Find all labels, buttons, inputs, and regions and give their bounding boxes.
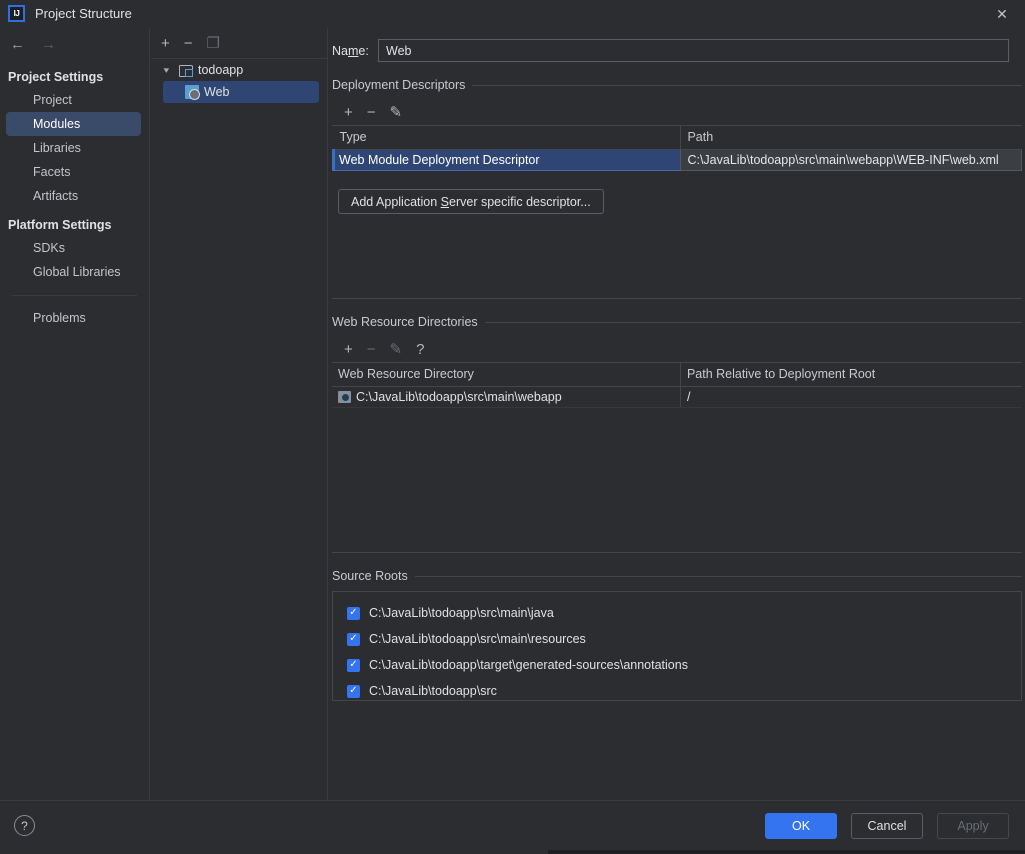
module-name-label: Name: — [332, 43, 369, 58]
list-item[interactable]: ✓ C:\JavaLib\todoapp\src\main\resources — [347, 626, 1021, 652]
sidebar-divider — [12, 295, 137, 296]
directory-icon — [338, 390, 351, 403]
sidebar-item-global-libraries[interactable]: Global Libraries — [0, 260, 149, 284]
sidebar-item-libraries[interactable]: Libraries — [0, 136, 149, 160]
window-title: Project Structure — [35, 6, 132, 21]
web-resource-directory-value: C:\JavaLib\todoapp\src\main\webapp — [356, 389, 562, 404]
add-module-button[interactable]: + — [161, 36, 170, 51]
table-row[interactable]: C:\JavaLib\todoapp\src\main\webapp / — [332, 386, 1022, 408]
table-header-row: Type Path — [333, 126, 1022, 150]
help-web-resource-button[interactable]: ? — [416, 342, 424, 357]
module-folder-icon — [179, 64, 193, 77]
list-item[interactable]: ✓ C:\JavaLib\todoapp\src — [347, 678, 1021, 700]
sidebar-item-artifacts[interactable]: Artifacts — [0, 184, 149, 208]
web-resource-directory-cell[interactable]: C:\JavaLib\todoapp\src\main\webapp — [332, 386, 681, 408]
dialog-footer: ? OK Cancel Apply — [0, 800, 1025, 850]
table-row[interactable]: Web Module Deployment Descriptor C:\Java… — [331, 149, 1022, 171]
web-resource-directories-table: Web Resource Directory Path Relative to … — [332, 363, 1022, 408]
source-root-checkbox[interactable]: ✓ — [347, 632, 360, 646]
add-web-resource-button[interactable]: + — [344, 342, 353, 357]
module-tree-panel: + − ❐ ▾ todoapp Web — [151, 28, 328, 800]
column-header-path[interactable]: Path — [680, 126, 1022, 150]
source-root-label: C:\JavaLib\todoapp\src — [369, 684, 497, 698]
close-icon[interactable]: ✕ — [979, 0, 1025, 28]
column-header-web-resource-directory[interactable]: Web Resource Directory — [332, 363, 681, 387]
list-item[interactable]: ✓ C:\JavaLib\todoapp\src\main\java — [347, 600, 1021, 626]
help-icon[interactable]: ? — [14, 815, 35, 836]
copy-module-button[interactable]: ❐ — [207, 36, 220, 51]
web-facet-icon — [185, 85, 200, 100]
cancel-button[interactable]: Cancel — [851, 813, 923, 839]
add-descriptor-button[interactable]: + — [344, 105, 353, 120]
intellij-idea-logo: IJ — [8, 5, 25, 22]
web-resource-directories-header: Web Resource Directories — [332, 315, 1022, 329]
sidebar-item-modules[interactable]: Modules — [6, 112, 141, 136]
module-tree-toolbar: + − ❐ — [151, 28, 327, 59]
title-bar: IJ Project Structure ✕ — [0, 0, 1025, 28]
module-settings-content: Name: Deployment Descriptors + − ✎ Type … — [329, 28, 1025, 800]
source-root-checkbox[interactable]: ✓ — [347, 606, 360, 620]
sidebar-item-facets[interactable]: Facets — [0, 160, 149, 184]
apply-button[interactable]: Apply — [937, 813, 1009, 839]
sidebar-item-project[interactable]: Project — [0, 88, 149, 112]
module-name-input[interactable] — [378, 39, 1009, 62]
desktop-strip — [0, 850, 1025, 854]
module-name-row: Name: — [329, 28, 1025, 62]
nav-group-platform-settings: Platform Settings — [8, 218, 112, 232]
descriptor-type-cell[interactable]: Web Module Deployment Descriptor — [331, 149, 681, 171]
section-rule — [472, 84, 1022, 86]
sidebar-item-problems[interactable]: Problems — [0, 306, 149, 330]
deployment-descriptors-table: Type Path Web Module Deployment Descript… — [331, 126, 1022, 171]
arrow-left-icon[interactable]: ← — [10, 37, 25, 52]
source-root-checkbox[interactable]: ✓ — [347, 684, 360, 698]
remove-web-resource-button[interactable]: − — [367, 342, 376, 357]
source-root-label: C:\JavaLib\todoapp\target\generated-sour… — [369, 658, 688, 672]
remove-module-button[interactable]: − — [184, 36, 193, 51]
section-title: Web Resource Directories — [332, 315, 478, 329]
source-roots-header: Source Roots — [332, 569, 1022, 583]
edit-descriptor-button[interactable]: ✎ — [390, 105, 403, 120]
tree-node-web[interactable]: Web — [163, 81, 319, 103]
deployment-descriptors-empty-area: Add Application Server specific descript… — [332, 171, 1022, 299]
sidebar-item-sdks[interactable]: SDKs — [0, 236, 149, 260]
arrow-right-icon[interactable]: → — [41, 37, 56, 52]
dialog-body: ← → Project Settings Project Modules Lib… — [0, 28, 1025, 800]
column-header-path-relative[interactable]: Path Relative to Deployment Root — [679, 363, 1022, 387]
tree-node-label: Web — [204, 85, 230, 99]
section-title: Source Roots — [332, 569, 408, 583]
web-resource-directories-empty-area — [332, 408, 1022, 553]
remove-descriptor-button[interactable]: − — [367, 105, 376, 120]
list-item[interactable]: ✓ C:\JavaLib\todoapp\target\generated-so… — [347, 652, 1021, 678]
source-root-label: C:\JavaLib\todoapp\src\main\java — [369, 606, 554, 620]
section-title: Deployment Descriptors — [332, 78, 466, 92]
ok-button[interactable]: OK — [765, 813, 837, 839]
source-root-checkbox[interactable]: ✓ — [347, 658, 360, 672]
relative-path-cell[interactable]: / — [679, 386, 1022, 408]
edit-web-resource-button[interactable]: ✎ — [390, 342, 403, 357]
dialog-button-group: OK Cancel Apply — [765, 813, 1009, 839]
source-roots-list: ✓ C:\JavaLib\todoapp\src\main\java ✓ C:\… — [332, 591, 1022, 701]
deployment-descriptors-header: Deployment Descriptors — [332, 78, 1022, 92]
table-header-row: Web Resource Directory Path Relative to … — [332, 363, 1022, 387]
column-header-type[interactable]: Type — [333, 126, 681, 150]
nav-group-project-settings: Project Settings — [8, 70, 104, 84]
settings-sidebar: ← → Project Settings Project Modules Lib… — [0, 28, 150, 800]
source-root-label: C:\JavaLib\todoapp\src\main\resources — [369, 632, 586, 646]
add-application-server-descriptor-button[interactable]: Add Application Server specific descript… — [338, 189, 604, 214]
section-rule — [414, 575, 1022, 577]
deployment-descriptors-toolbar: + − ✎ — [332, 99, 1022, 126]
tree-node-todoapp[interactable]: ▾ todoapp — [151, 59, 327, 81]
web-resource-directories-toolbar: + − ✎ ? — [332, 336, 1022, 363]
chevron-down-icon[interactable]: ▾ — [164, 65, 179, 76]
sidebar-nav-arrows: ← → — [0, 28, 149, 60]
tree-node-label: todoapp — [198, 63, 244, 77]
section-rule — [484, 321, 1022, 323]
descriptor-path-cell[interactable]: C:\JavaLib\todoapp\src\main\webapp\WEB-I… — [680, 149, 1022, 171]
